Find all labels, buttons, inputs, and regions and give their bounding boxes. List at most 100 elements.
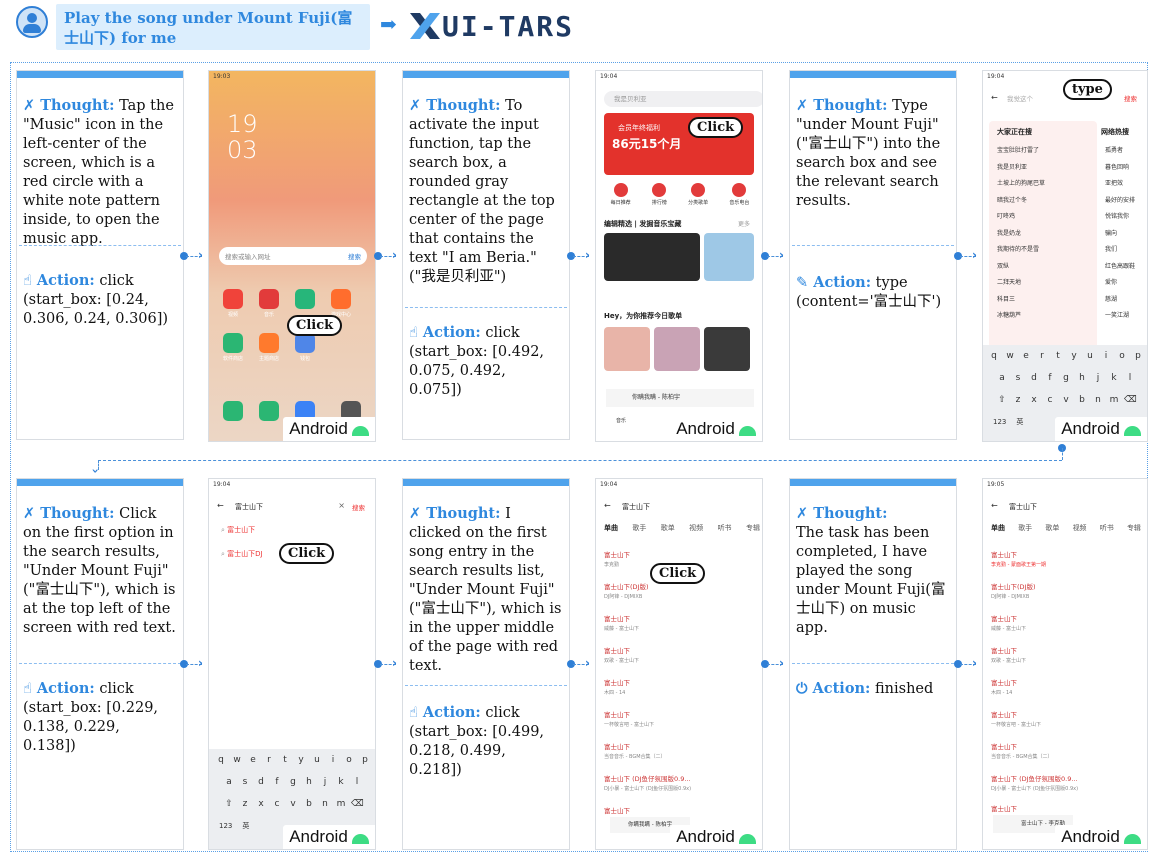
step-3-card: ✗ Thought: Type "under Mount Fuji" ("富士山… <box>789 70 957 440</box>
recommend-card-2[interactable] <box>654 327 700 371</box>
table-row[interactable]: 富士山下 一杯敬言吧 - 富士山下 <box>604 709 654 728</box>
table-row[interactable]: 富士山下 一杯敬言吧 - 富士山下 <box>991 709 1041 728</box>
thought-icon: ✗ <box>796 98 814 114</box>
game-center-icon[interactable] <box>331 289 351 309</box>
step-1-card: ✗ Thought: Tap the "Music" icon in the l… <box>16 70 184 440</box>
app-icon[interactable] <box>295 289 315 309</box>
android-icon <box>1123 834 1141 844</box>
step-6-thought: The task has been completed, I have play… <box>796 525 946 636</box>
android-tag: Android <box>283 825 375 849</box>
instruction-box: Play the song under Mount Fuji(富士山下) for… <box>56 4 370 50</box>
thought-icon: ✗ <box>23 506 41 522</box>
chart-icon <box>652 183 667 197</box>
step-5-card: ✗ Thought: I clicked on the first song e… <box>402 478 570 850</box>
search-input: 我觉这个 <box>1007 95 1033 103</box>
tab-artists[interactable]: 歌手 <box>632 523 646 533</box>
playlist-card[interactable] <box>704 233 754 281</box>
arrow-right-icon: ➡ <box>380 12 397 36</box>
editor-pick-card[interactable] <box>604 233 700 281</box>
screen-results: 19:04 ← 富士山下 单曲 歌手 歌单 视频 听书 专辑 富士山下 李克勤 富… <box>595 478 763 850</box>
music-app-icon[interactable] <box>259 289 279 309</box>
screen-music-home: 19:04 我是贝利亚 会员年终福利 86元15个月 每日推荐 排行榜 分类歌单… <box>595 70 763 442</box>
table-row[interactable]: 富士山下 木四 - 14 <box>604 677 630 696</box>
click-callout: Click <box>279 543 335 564</box>
tab-audiobooks[interactable]: 听书 <box>718 523 732 533</box>
table-row[interactable]: 富士山下 李克勤 - 蒙面歌王第一期 <box>991 549 1046 568</box>
pencil-icon: ✎ <box>796 275 814 291</box>
search-button[interactable]: 搜索 <box>352 502 365 512</box>
table-row[interactable]: 富士山下 <box>604 805 630 815</box>
table-row[interactable]: 富士山下 (DJ鱼仔氛围版0.9... DJ小暴 - 富士山下 (DJ鱼仔氛围版0… <box>991 773 1078 792</box>
step-2-thought: To activate the input function, tap the … <box>409 98 555 285</box>
screen-search-typing: 19:04 ← 我觉这个 搜索 type 大家正在搜 网络热搜 宝宝肚肚打雷了 … <box>982 70 1148 442</box>
power-icon: ⏻ <box>796 681 813 697</box>
android-icon <box>351 426 369 436</box>
video-app-icon[interactable] <box>223 289 243 309</box>
wallet-icon[interactable] <box>295 333 315 353</box>
table-row[interactable]: 富士山下 (DJ鱼仔氛围版0.9... DJ小暴 - 富士山下 (DJ鱼仔氛围版0… <box>604 773 691 792</box>
android-tag: Android <box>283 417 375 441</box>
search-input[interactable]: 富士山下 <box>1009 502 1037 512</box>
thought-icon: ✗ <box>23 98 41 114</box>
pointer-icon: ☝ <box>23 273 37 289</box>
step-1-thought: Tap the "Music" icon in the left-center … <box>23 98 174 247</box>
pointer-icon: ☝ <box>409 325 423 341</box>
table-row[interactable]: 富士山下 李克勤 <box>604 549 630 568</box>
app-store-icon[interactable] <box>223 333 243 353</box>
phone-icon[interactable] <box>223 401 243 421</box>
tab-playlists[interactable]: 歌单 <box>1045 523 1059 533</box>
table-row[interactable]: 富士山下 当音音乐 - BGM合集（二） <box>604 741 666 760</box>
table-row[interactable]: 富士山下(DJ版) DJ阿锋 - DJMIXB <box>604 581 649 600</box>
click-callout: Click <box>688 117 744 138</box>
step-4-card: ✗ Thought: Click on the first option in … <box>16 478 184 850</box>
tab-artists[interactable]: 歌手 <box>1018 523 1032 533</box>
thought-icon: ✗ <box>409 506 427 522</box>
tab-videos[interactable]: 视频 <box>689 523 703 533</box>
recommend-card-1[interactable] <box>604 327 650 371</box>
click-callout: Click <box>650 563 706 584</box>
home-search-bar[interactable]: 搜索或输入网址 搜索 <box>219 247 367 265</box>
table-row[interactable]: 富士山下 双歌 - 富士山下 <box>991 645 1026 664</box>
theme-store-icon[interactable] <box>259 333 279 353</box>
user-icon <box>16 6 48 38</box>
table-row[interactable]: 富士山下(DJ版) DJ阿锋 - DJMIXB <box>991 581 1036 600</box>
tab-playlists[interactable]: 歌单 <box>661 523 675 533</box>
tab-audiobooks[interactable]: 听书 <box>1100 523 1114 533</box>
android-tag: Android <box>1055 825 1147 849</box>
search-input[interactable]: 富士山下 <box>622 502 650 512</box>
step-6-card: ✗ Thought: The task has been completed, I… <box>789 478 957 850</box>
android-icon <box>738 834 756 844</box>
tab-albums[interactable]: 专辑 <box>1127 523 1141 533</box>
tab-songs[interactable]: 单曲 <box>604 523 618 533</box>
now-playing-bar[interactable]: 你瞒我瞒 - 陈柏宇 <box>606 389 754 407</box>
table-row[interactable]: 富士山下 威藤 - 富士山下 <box>604 613 639 632</box>
table-row[interactable]: 富士山下 木四 - 14 <box>991 677 1017 696</box>
table-row[interactable]: 富士山下 当音音乐 - BGM合集（二） <box>991 741 1053 760</box>
suggestion-2[interactable]: ⌕ 富士山下DJ <box>221 549 263 559</box>
pointer-icon: ☝ <box>409 705 423 721</box>
recommend-card-3[interactable] <box>704 327 750 371</box>
tab-songs[interactable]: 单曲 <box>991 523 1005 533</box>
close-icon[interactable]: × <box>338 501 345 510</box>
android-icon <box>351 834 369 844</box>
android-icon <box>1123 426 1141 436</box>
step-3-thought: Type "under Mount Fuji" ("富士山下") into th… <box>796 98 941 209</box>
table-row[interactable]: 富士山下 <box>991 803 1017 813</box>
messages-icon[interactable] <box>259 401 279 421</box>
search-button[interactable]: 搜索 <box>1124 93 1137 103</box>
search-input[interactable]: 富士山下 <box>235 502 263 512</box>
table-row[interactable]: 富士山下 威藤 - 富士山下 <box>991 613 1026 632</box>
step-4-thought: Click on the first option in the search … <box>23 506 176 636</box>
tab-videos[interactable]: 视频 <box>1073 523 1087 533</box>
android-icon <box>738 426 756 436</box>
thought-icon: ✗ <box>409 98 427 114</box>
music-search-box[interactable]: 我是贝利亚 <box>604 91 762 107</box>
playlist-icon <box>691 183 706 197</box>
screen-home: 19:03 19 03 搜索或输入网址 搜索 视频 音乐 游戏中心 软件商店 主题商… <box>208 70 376 442</box>
tab-albums[interactable]: 专辑 <box>746 523 760 533</box>
brand-logo: UI-TARS <box>408 8 574 44</box>
screen-results-playing: 19:05 ← 富士山下 单曲 歌手 歌单 视频 听书 专辑 富士山下 李克勤 -… <box>982 478 1148 850</box>
step-6-action: finished <box>875 681 934 697</box>
table-row[interactable]: 富士山下 双歌 - 富士山下 <box>604 645 639 664</box>
suggestion-1[interactable]: ⌕ 富士山下 <box>221 525 255 535</box>
